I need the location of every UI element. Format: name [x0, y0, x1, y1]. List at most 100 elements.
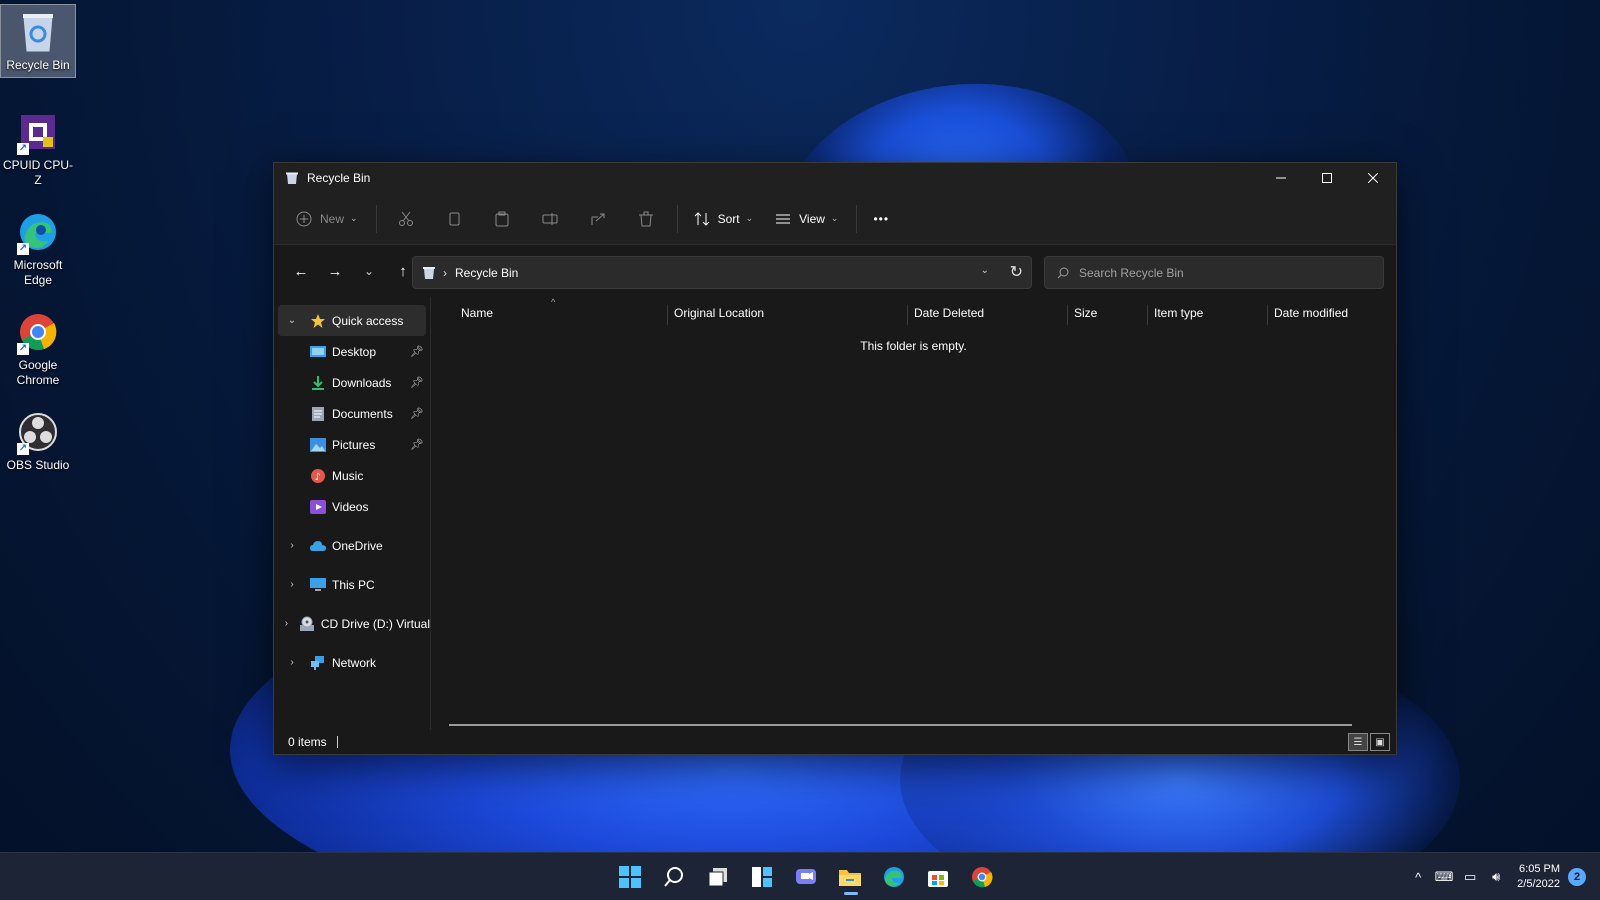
- more-options-button[interactable]: •••: [865, 203, 897, 235]
- star-icon: [310, 313, 326, 329]
- chevron-down-icon[interactable]: ⌄: [284, 315, 300, 326]
- sidebar-item-label: Music: [332, 468, 364, 483]
- sort-label: Sort: [717, 211, 740, 226]
- breadcrumb-item[interactable]: Recycle Bin: [455, 266, 518, 280]
- cut-icon: [398, 211, 413, 226]
- store-taskbar-button[interactable]: [916, 858, 960, 896]
- share-button[interactable]: [577, 203, 619, 235]
- navigation-pane: ⌄ Quick access Desktop 📌︎ Downloads 📌︎ D…: [274, 297, 431, 730]
- column-header-name[interactable]: Name: [455, 305, 667, 325]
- horizontal-scrollbar[interactable]: [449, 724, 1352, 726]
- clock-date: 2/5/2022: [1517, 878, 1560, 890]
- network-status-button[interactable]: ▭: [1457, 869, 1483, 885]
- clock[interactable]: 6:05 PM 2/5/2022: [1517, 862, 1560, 892]
- sidebar-item-onedrive[interactable]: › OneDrive: [274, 530, 430, 561]
- sidebar-item-videos[interactable]: Videos: [274, 491, 430, 522]
- minimize-button[interactable]: [1258, 163, 1304, 193]
- clock-time: 6:05 PM: [1519, 863, 1560, 875]
- sidebar-item-this-pc[interactable]: › This PC: [274, 569, 430, 600]
- maximize-button[interactable]: [1304, 163, 1350, 193]
- pin-icon: 📌︎: [410, 408, 424, 420]
- title-bar[interactable]: Recycle Bin: [274, 163, 1396, 193]
- delete-button[interactable]: [625, 203, 667, 235]
- copy-icon: [449, 212, 460, 225]
- chevron-right-icon[interactable]: ›: [284, 540, 300, 551]
- maximize-icon: [1322, 173, 1332, 183]
- sidebar-item-desktop[interactable]: Desktop 📌︎: [274, 336, 430, 367]
- recycle-bin-icon: [286, 172, 298, 184]
- large-icons-view-button[interactable]: ▣: [1370, 733, 1390, 751]
- sidebar-item-pictures[interactable]: Pictures 📌︎: [274, 429, 430, 460]
- column-header-item-type[interactable]: Item type: [1147, 305, 1267, 325]
- download-icon: [310, 375, 326, 391]
- sidebar-item-downloads[interactable]: Downloads 📌︎: [274, 367, 430, 398]
- column-header-size[interactable]: Size: [1067, 305, 1147, 325]
- show-hidden-icons-button[interactable]: ^: [1405, 870, 1431, 885]
- chevron-down-icon: ⌄: [363, 264, 375, 278]
- pin-icon: 📌︎: [410, 346, 424, 358]
- rename-button[interactable]: [529, 203, 571, 235]
- chevron-right-icon[interactable]: ›: [284, 579, 300, 590]
- sidebar-item-label: Videos: [332, 499, 369, 514]
- file-explorer-taskbar-button[interactable]: [828, 858, 872, 896]
- toolbar-divider: [856, 204, 858, 233]
- sidebar-item-music[interactable]: ♪ Music: [274, 460, 430, 491]
- desktop-icon-cpu-z[interactable]: ↗ CPUID CPU-Z: [0, 105, 76, 192]
- refresh-button[interactable]: ↻: [1010, 262, 1023, 282]
- view-button[interactable]: View ⌄: [767, 203, 846, 235]
- chrome-taskbar-button[interactable]: [960, 858, 1004, 896]
- shortcut-arrow-icon: ↗: [17, 343, 29, 355]
- taskbar-search-button[interactable]: [652, 858, 696, 896]
- edge-icon: ↗: [15, 209, 61, 255]
- details-view-button[interactable]: ☰: [1348, 733, 1368, 751]
- minimize-icon: [1276, 177, 1286, 179]
- chevron-right-icon[interactable]: ›: [284, 618, 289, 629]
- desktop-icon-label: Google Chrome: [16, 358, 60, 387]
- recent-locations-button[interactable]: ⌄: [352, 256, 386, 286]
- sidebar-item-documents[interactable]: Documents 📌︎: [274, 398, 430, 429]
- new-button[interactable]: New ⌄: [288, 203, 366, 235]
- sidebar-item-label: Network: [332, 655, 377, 670]
- copy-button[interactable]: [433, 203, 475, 235]
- forward-button[interactable]: →: [318, 256, 352, 286]
- edge-taskbar-button[interactable]: [872, 858, 916, 896]
- paste-button[interactable]: [481, 203, 523, 235]
- search-box[interactable]: [1044, 256, 1384, 289]
- notification-badge[interactable]: 2: [1568, 868, 1586, 886]
- back-button[interactable]: ←: [284, 256, 318, 286]
- widgets-icon: [752, 867, 772, 887]
- pin-icon: 📌︎: [410, 439, 424, 451]
- new-label: New: [320, 211, 345, 226]
- sidebar-item-quick-access[interactable]: ⌄ Quick access: [278, 305, 426, 336]
- desktop-icon-edge[interactable]: ↗ Microsoft Edge: [0, 205, 76, 292]
- address-dropdown-button[interactable]: ⌄: [981, 265, 989, 276]
- chat-button[interactable]: [784, 858, 828, 896]
- details-view-icon: ☰: [1353, 736, 1363, 748]
- desktop-icon-chrome[interactable]: ↗ Google Chrome: [0, 305, 76, 392]
- sidebar-item-network[interactable]: › Network: [274, 647, 430, 678]
- column-header-original-location[interactable]: Original Location: [667, 305, 907, 325]
- column-header-date-deleted[interactable]: Date Deleted: [907, 305, 1067, 325]
- keyboard-button[interactable]: ⌨: [1431, 869, 1457, 885]
- sidebar-item-cd-drive[interactable]: › CD Drive (D:) Virtual: [274, 608, 430, 639]
- desktop-icon-obs[interactable]: ↗ OBS Studio: [0, 405, 76, 477]
- desktop-icon-label: Microsoft Edge: [13, 258, 63, 287]
- file-list: ^ Name Original Location Date Deleted Si…: [431, 297, 1396, 730]
- chrome-icon: ↗: [15, 309, 61, 355]
- share-icon: [591, 213, 605, 225]
- pc-icon: [310, 577, 326, 593]
- address-bar[interactable]: › Recycle Bin ⌄ ↻: [412, 256, 1032, 289]
- desktop-icon-recycle-bin[interactable]: Recycle Bin: [0, 4, 76, 78]
- chevron-right-icon[interactable]: ›: [284, 657, 300, 668]
- task-view-button[interactable]: [696, 858, 740, 896]
- sort-button[interactable]: Sort ⌄: [686, 203, 762, 235]
- search-input[interactable]: [1079, 265, 1359, 280]
- volume-button[interactable]: 🔊︎: [1483, 869, 1509, 885]
- widgets-button[interactable]: [740, 858, 784, 896]
- cut-button[interactable]: [385, 203, 427, 235]
- store-icon: [928, 871, 948, 887]
- close-button[interactable]: [1350, 163, 1396, 193]
- start-button[interactable]: [608, 858, 652, 896]
- status-bar: 0 items ☰ ▣: [274, 730, 1396, 754]
- column-header-date-modified[interactable]: Date modified: [1267, 305, 1387, 325]
